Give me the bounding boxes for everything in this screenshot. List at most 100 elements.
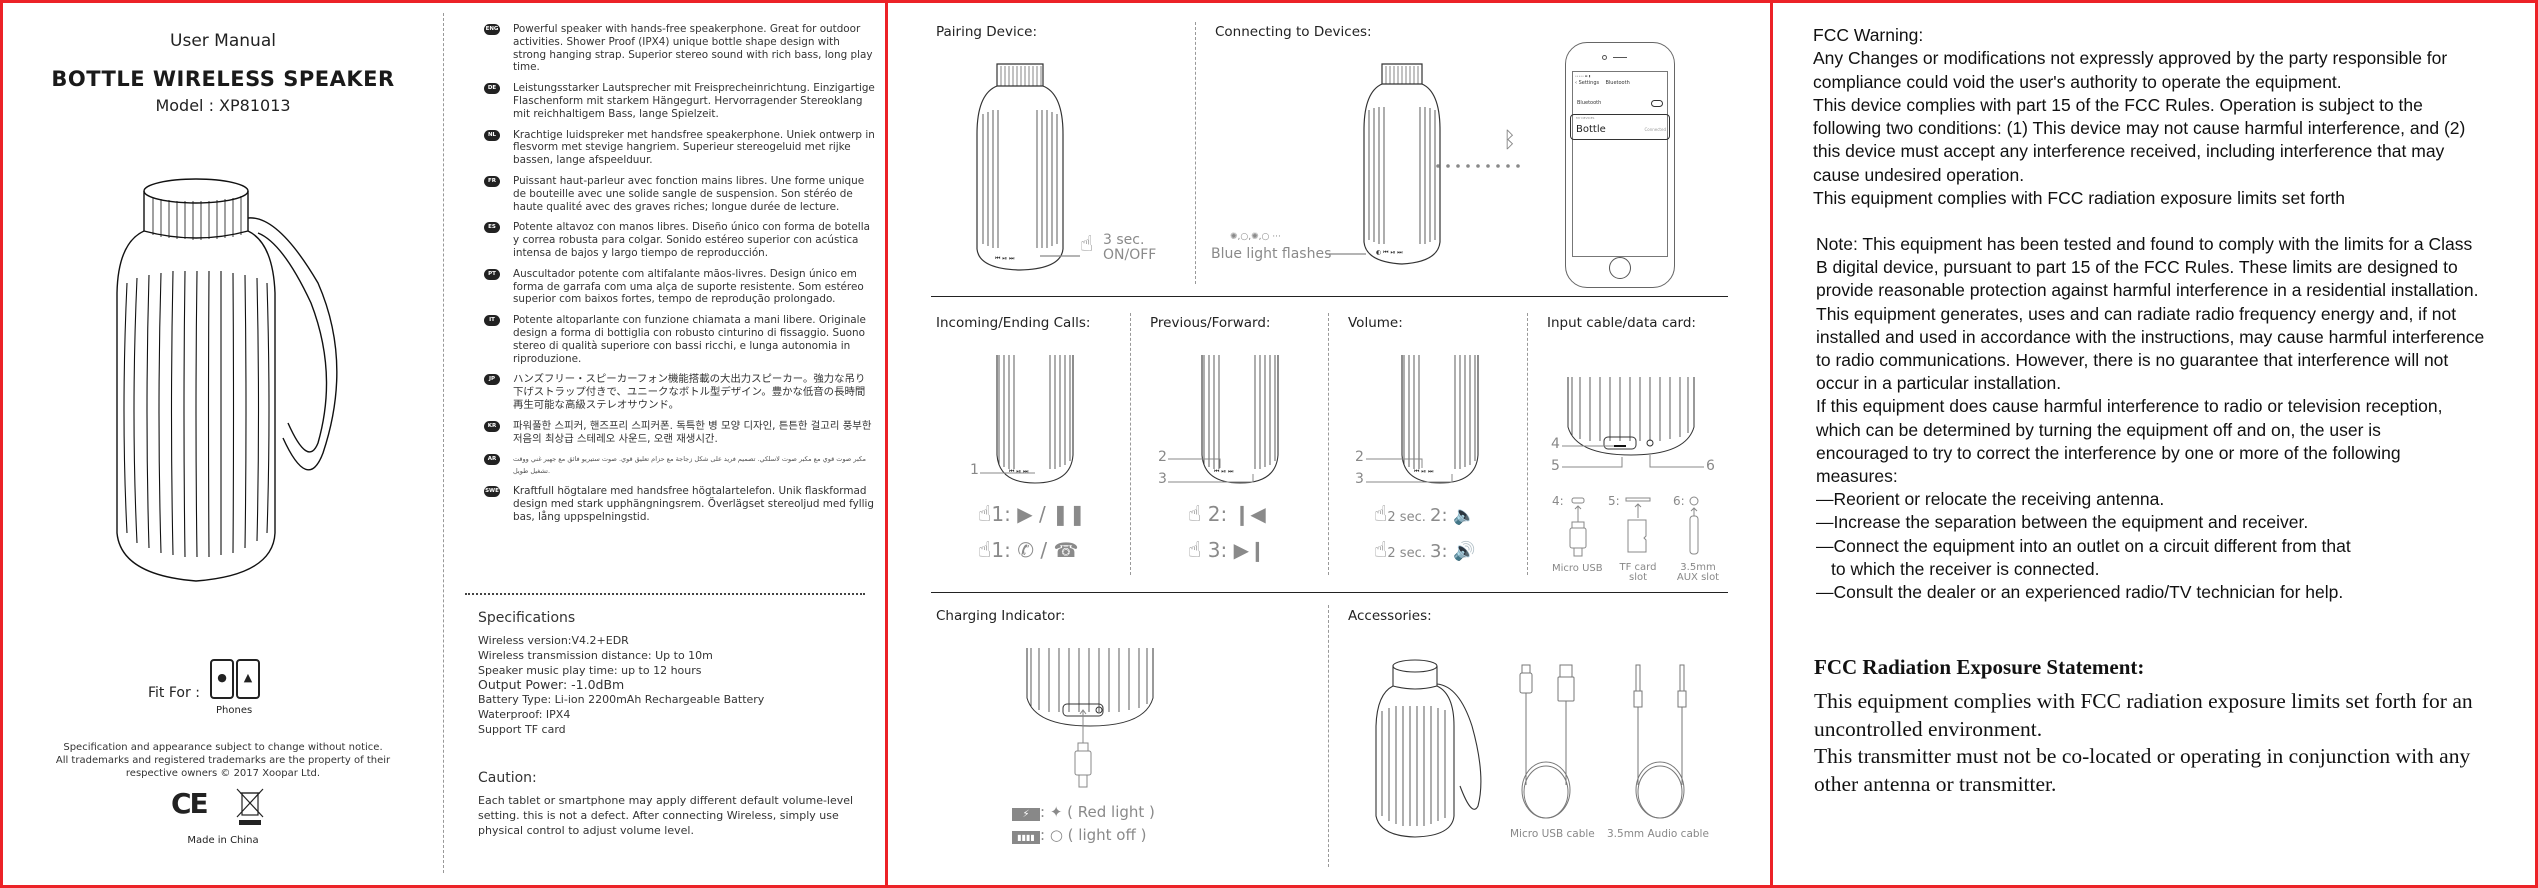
device-status: Connected xyxy=(1644,127,1666,132)
charging-illustration xyxy=(1026,648,1154,788)
phones-label: Phones xyxy=(216,705,253,716)
lang-badge: AR xyxy=(484,454,500,466)
lang-es: ES Potente altavoz con manos libres. Dise… xyxy=(465,221,875,259)
connection-dots xyxy=(1436,164,1520,168)
devices-header: MY DEVICES xyxy=(1576,116,1595,120)
home-button-icon xyxy=(1609,257,1631,279)
accessories-title: Accessories: xyxy=(1348,608,1432,624)
port-5-label: TF card slot xyxy=(1619,562,1657,583)
radiation-title: FCC Radiation Exposure Statement: xyxy=(1814,655,2145,679)
charging-state-row: ⚡: ✦ ( Red light ) xyxy=(1012,803,1155,821)
callout-lines xyxy=(1366,458,1453,483)
pairing-press-time: 3 sec. xyxy=(1103,232,1145,248)
svg-text:⏮ ⏯ ⏭: ⏮ ⏯ ⏭ xyxy=(995,255,1015,262)
lang-text: Leistungsstarker Lautsprecher mit Freisp… xyxy=(513,82,875,120)
legal-line: All trademarks and registered trademarks… xyxy=(55,755,391,766)
calls-instruction-answer: ☝1: ✆ / ☎ xyxy=(978,538,1078,563)
fcc-paragraph: This equipment complies with FCC radiati… xyxy=(1813,188,2346,209)
micro-usb-cable-illustration xyxy=(1519,664,1575,819)
charging-title: Charging Indicator: xyxy=(936,608,1066,624)
weee-bin-icon xyxy=(236,788,264,825)
apple-icon: ● xyxy=(217,671,227,684)
lang-jp: JP ハンズフリー・スピーカーフォン機能搭載の大出力スピーカー。強力な吊り下げスト… xyxy=(465,373,875,411)
lang-text: Kraftfull högtalare med handsfree högtal… xyxy=(513,485,875,523)
smartphone-illustration: ••••• ▬ ▮ ‹ Settings Bluetooth Bluetooth… xyxy=(1565,42,1675,288)
model-number: Model : XP81013 xyxy=(155,96,291,115)
specifications: Specifications Wireless version:V4.2+EDR… xyxy=(478,610,878,738)
fcc-paragraph: Any Changes or modifications not express… xyxy=(1813,48,2448,92)
iphone-icon: ● xyxy=(210,659,234,699)
callout-number: 3 xyxy=(1158,471,1167,487)
hand-press-icon: ☝ xyxy=(1374,538,1388,563)
volume-up-text: 3: 🔊 xyxy=(1430,541,1476,562)
section-divider xyxy=(1195,22,1196,284)
panel-cover-and-languages: User Manual BOTTLE WIRELESS SPEAKER Mode… xyxy=(0,0,888,888)
lang-swe: SWE Kraftfull högtalare med handsfree hög… xyxy=(465,485,875,523)
lang-badge: IT xyxy=(484,315,500,327)
hand-press-icon: ☝ xyxy=(1188,538,1202,563)
android-icon: ▲ xyxy=(243,671,253,684)
battery-charging-icon: ⚡ xyxy=(1012,808,1040,821)
section-rule xyxy=(931,296,1728,297)
spec-row: Speaker music play time: up to 12 hours xyxy=(478,663,702,677)
radiation-paragraph: This equipment complies with FCC radiati… xyxy=(1814,689,2473,741)
volume-down-text: 2: 🔈 xyxy=(1430,505,1476,526)
pairing-title: Pairing Device: xyxy=(936,24,1037,40)
connecting-title: Connecting to Devices: xyxy=(1215,24,1372,40)
charging-state-text: : ✦ ( Red light ) xyxy=(1040,803,1155,821)
next-instruction: ☝ 3: ▶❙ xyxy=(1188,538,1266,563)
lang-badge: FR xyxy=(484,175,500,187)
pairing-bottle-illustration: ⏮ ⏯ ⏭ xyxy=(976,63,1064,271)
fcc-measure: —Reorient or relocate the receiving ante… xyxy=(1816,489,2165,510)
section-divider xyxy=(1328,313,1329,575)
hand-press-icon: ☝ xyxy=(1188,502,1202,527)
calls-bottle-illustration: ⏮ ⏯ ⏭ xyxy=(996,355,1074,484)
play-pause-text: 1: ▶ / ❚❚ xyxy=(991,502,1086,526)
fcc-measure: —Increase the separation between the equ… xyxy=(1816,512,2309,533)
specifications-title: Specifications xyxy=(478,610,576,626)
phone-screen: ••••• ▬ ▮ ‹ Settings Bluetooth Bluetooth… xyxy=(1570,71,1670,257)
spec-row: Wireless version:V4.2+EDR xyxy=(478,634,629,647)
caution: Caution: Each tablet or smartphone may a… xyxy=(478,770,878,838)
callout-line xyxy=(980,472,1035,474)
fcc-note: Note: This equipment has been tested and… xyxy=(1816,233,2516,604)
nav-title: Bluetooth xyxy=(1605,80,1630,86)
lang-badge: DE xyxy=(484,83,500,95)
legal-line: respective owners © 2017 Xoopar Ltd. xyxy=(125,768,321,779)
connecting-bottle-illustration: ◐ ⏮ ⏯ ⏭ xyxy=(1363,63,1441,265)
cover: User Manual BOTTLE WIRELESS SPEAKER Mode… xyxy=(3,3,443,885)
fcc-radiation-statement: FCC Radiation Exposure Statement: This e… xyxy=(1814,655,2534,798)
section-divider xyxy=(1527,313,1528,575)
lang-nl: NL Krachtige luidspreker met handsfree sp… xyxy=(465,129,875,167)
fcc-warning-title: FCC Warning: xyxy=(1813,25,1924,45)
lang-text: Potente altoparlante con funzione chiama… xyxy=(513,314,866,365)
section-divider xyxy=(1130,313,1131,575)
pairing-action: ON/OFF xyxy=(1103,247,1157,263)
lang-text: Puissant haut-parleur avec fonction main… xyxy=(513,174,865,213)
ce-mark-icon: CE xyxy=(171,787,209,820)
callout-number: 5 xyxy=(1551,458,1560,474)
accessory-label: Micro USB cable xyxy=(1510,828,1595,840)
lang-badge: SWE xyxy=(484,486,500,498)
lang-text: ハンズフリー・スピーカーフォン機能搭載の大出力スピーカー。強力な吊り下げストラッ… xyxy=(513,373,866,411)
flash-pattern: ✺,○,✺,○ ··· xyxy=(1230,232,1281,242)
fcc-measure: to which the receiver is connected. xyxy=(1831,558,2100,579)
lang-badge: PT xyxy=(484,268,500,280)
status-bar: ••••• ▬ ▮ xyxy=(1575,74,1591,78)
callout-number: 4 xyxy=(1551,436,1560,452)
lang-text: 파워풀한 스피커, 핸즈프리 스피커폰. 독특한 병 모양 디자인, 튼튼한 걸… xyxy=(513,419,872,445)
lang-badge: JP xyxy=(484,374,500,386)
language-descriptions: ENG Powerful speaker with hands-free spea… xyxy=(465,23,875,532)
port-connectors-illustration xyxy=(1569,496,1699,557)
earpiece-icon xyxy=(1613,57,1627,58)
port-6-label: 3.5mm AUX slot xyxy=(1676,562,1720,583)
bluetooth-setting-label: Bluetooth xyxy=(1577,100,1602,106)
hand-press-icon: ☝ xyxy=(978,502,992,527)
lang-text: Auscultador potente com altifalante mãos… xyxy=(513,267,864,306)
charged-state-row: ▮▮▮▮: ○ ( light off ) xyxy=(1012,826,1146,844)
lang-badge: ENG xyxy=(484,24,500,35)
caution-title: Caution: xyxy=(478,770,537,786)
radiation-paragraph: This transmitter must not be co-located … xyxy=(1814,744,2471,796)
lang-kr: KR 파워풀한 스피커, 핸즈프리 스피커폰. 독특한 병 모양 디자인, 튼튼한… xyxy=(465,420,875,446)
hand-press-icon: ☝ xyxy=(1374,502,1388,527)
